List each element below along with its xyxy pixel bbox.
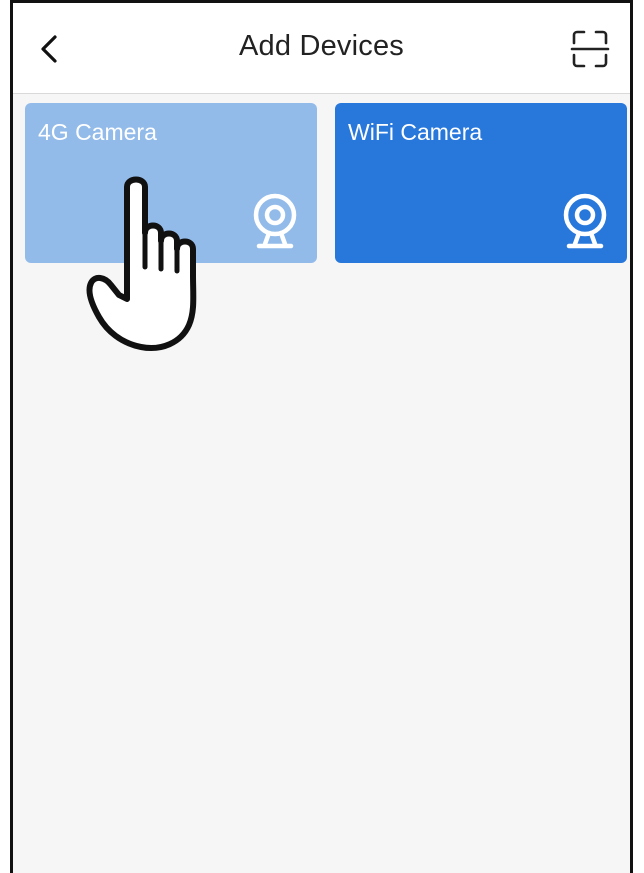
webcam-icon [563,193,607,249]
app-header: Add Devices [13,3,630,94]
scan-button[interactable] [570,29,610,69]
device-card-label: 4G Camera [38,119,157,145]
device-card-4g-camera[interactable]: 4G Camera [25,103,317,263]
phone-screen: Add Devices 4G Camera WiFi Camera [10,0,633,873]
webcam-icon [253,193,297,249]
scan-icon [570,30,610,68]
device-card-wifi-camera[interactable]: WiFi Camera [335,103,627,263]
device-card-label: WiFi Camera [348,119,483,145]
page-title: Add Devices [239,30,404,62]
